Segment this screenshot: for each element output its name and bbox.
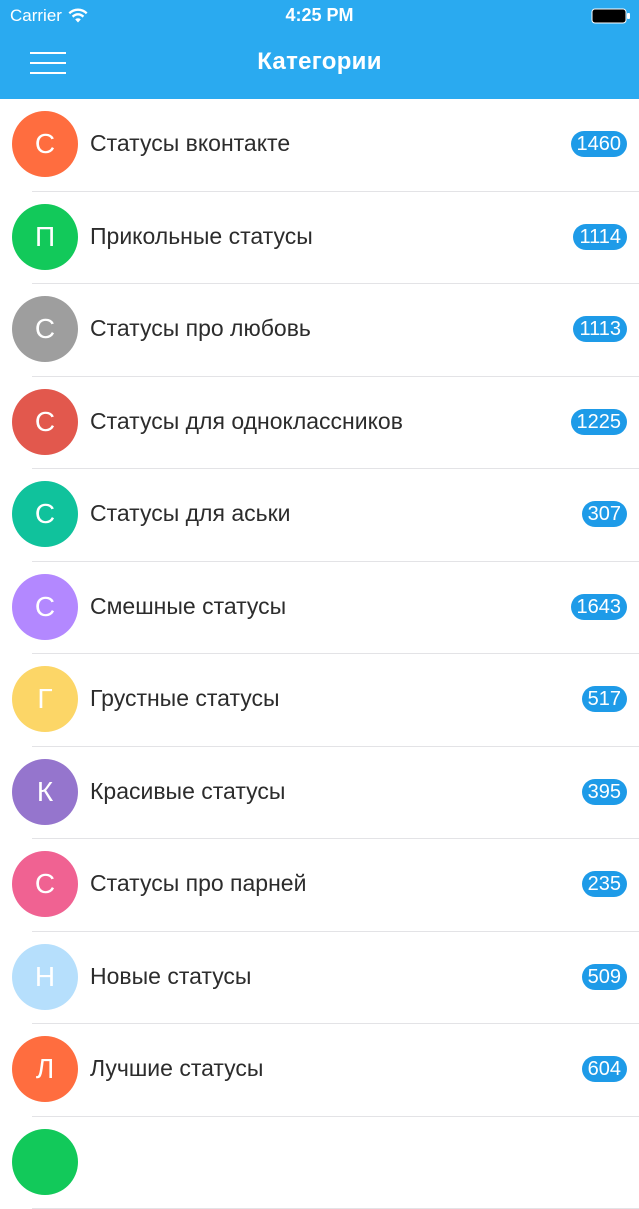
list-item[interactable]: С Смешные статусы 1643 xyxy=(0,562,639,655)
status-bar: Carrier 4:25 PM xyxy=(0,0,639,32)
count-badge: 509 xyxy=(582,964,627,990)
category-avatar xyxy=(12,1129,78,1195)
count-badge: 395 xyxy=(582,779,627,805)
page-title: Категории xyxy=(0,48,639,76)
list-item[interactable]: С Статусы про парней 235 xyxy=(0,839,639,932)
count-badge: 1113 xyxy=(573,316,627,342)
category-label: Статусы вконтакте xyxy=(90,130,290,157)
category-label: Красивые статусы xyxy=(90,778,285,805)
list-item[interactable]: С Статусы вконтакте 1460 xyxy=(0,99,639,192)
count-badge: 1460 xyxy=(571,131,628,157)
category-list: С Статусы вконтакте 1460 П Прикольные статус… xyxy=(0,99,639,1209)
category-label: Грустные статусы xyxy=(90,685,280,712)
category-avatar: Н xyxy=(12,944,78,1010)
list-item[interactable] xyxy=(0,1117,639,1209)
count-badge: 604 xyxy=(582,1056,627,1082)
list-item[interactable]: С Статусы для одноклассников 1225 xyxy=(0,377,639,470)
category-label: Статусы для аськи xyxy=(90,500,291,527)
list-item[interactable]: Н Новые статусы 509 xyxy=(0,932,639,1025)
app-header: Carrier 4:25 PM Категории xyxy=(0,0,639,99)
category-label: Лучшие статусы xyxy=(90,1055,263,1082)
category-avatar: С xyxy=(12,389,78,455)
category-avatar: П xyxy=(12,204,78,270)
count-badge: 235 xyxy=(582,871,627,897)
count-badge: 1114 xyxy=(573,224,627,250)
category-label: Статусы для одноклассников xyxy=(90,408,403,435)
status-time: 4:25 PM xyxy=(0,5,639,26)
category-label: Прикольные статусы xyxy=(90,223,313,250)
category-avatar: С xyxy=(12,481,78,547)
category-label: Статусы про любовь xyxy=(90,315,311,342)
category-avatar: Г xyxy=(12,666,78,732)
category-avatar: С xyxy=(12,574,78,640)
category-label: Новые статусы xyxy=(90,963,251,990)
category-label: Статусы про парней xyxy=(90,870,306,897)
list-item[interactable]: К Красивые статусы 395 xyxy=(0,747,639,840)
count-badge: 517 xyxy=(582,686,627,712)
list-item[interactable]: Г Грустные статусы 517 xyxy=(0,654,639,747)
list-item[interactable]: С Статусы для аськи 307 xyxy=(0,469,639,562)
category-avatar: С xyxy=(12,111,78,177)
count-badge: 1643 xyxy=(571,594,628,620)
list-item[interactable]: П Прикольные статусы 1114 xyxy=(0,192,639,285)
category-avatar: Л xyxy=(12,1036,78,1102)
category-avatar: К xyxy=(12,759,78,825)
list-item[interactable]: Л Лучшие статусы 604 xyxy=(0,1024,639,1117)
count-badge: 307 xyxy=(582,501,627,527)
category-avatar: С xyxy=(12,851,78,917)
battery-icon xyxy=(591,8,631,24)
list-item[interactable]: С Статусы про любовь 1113 xyxy=(0,284,639,377)
category-avatar: С xyxy=(12,296,78,362)
category-label: Смешные статусы xyxy=(90,593,286,620)
count-badge: 1225 xyxy=(571,409,628,435)
